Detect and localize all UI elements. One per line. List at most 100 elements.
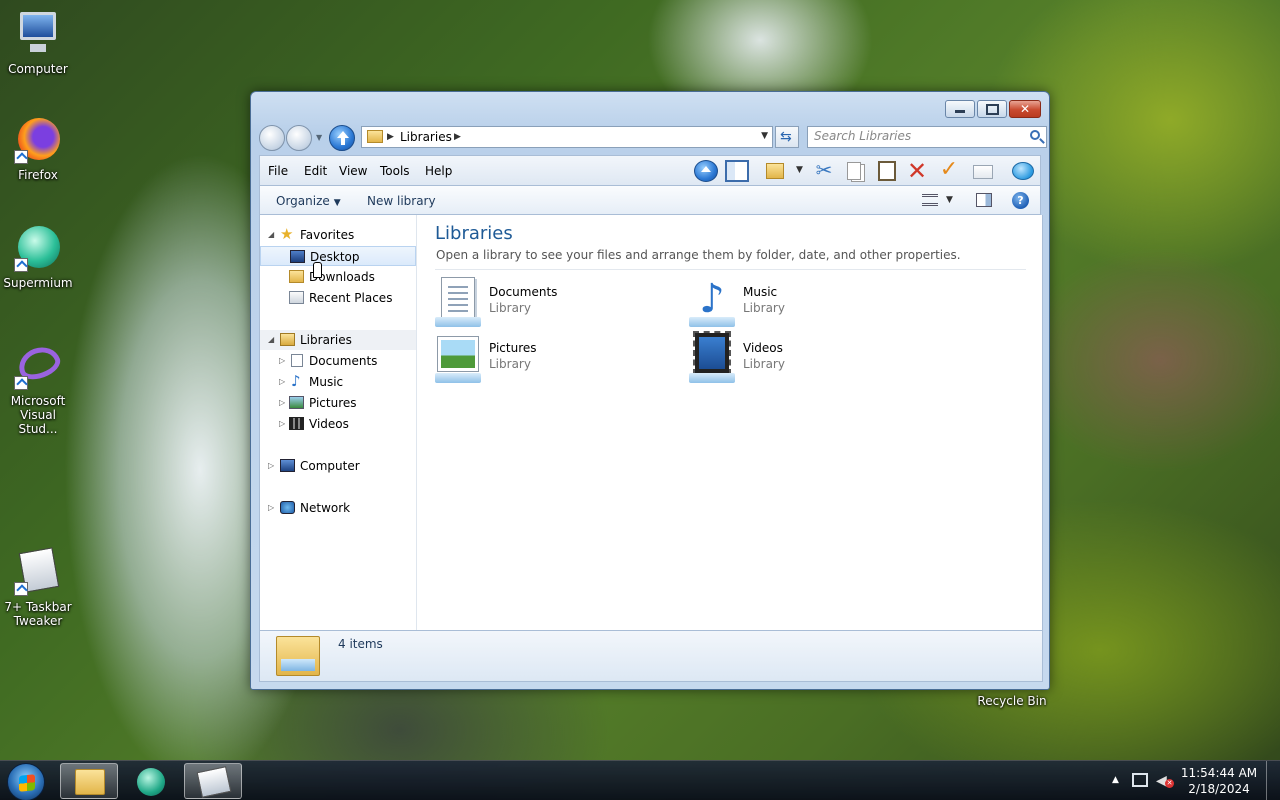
close-icon: ✕ [1019,102,1031,116]
collapse-triangle-icon[interactable]: ◢ [268,335,274,344]
copy-icon[interactable] [847,162,861,180]
nav-item-favorites[interactable]: ◢ ★ Favorites [260,225,416,245]
library-base-icon [435,373,481,383]
page-title: Libraries [435,223,513,244]
address-dropdown-icon[interactable]: ▼ [761,131,768,141]
nav-item-recent-places[interactable]: Recent Places [260,288,416,308]
nav-item-music[interactable]: ▷ ♪ Music [260,372,416,392]
refresh-icon: ⇆ [780,129,792,145]
change-view-icon[interactable] [922,194,938,206]
menu-view[interactable]: View [339,164,367,178]
library-type: Library [489,357,531,371]
help-icon[interactable]: ? [1012,192,1029,209]
system-clock[interactable]: 11:54:44 AM 2/18/2024 [1180,765,1258,797]
library-name: Pictures [489,341,537,355]
library-type: Library [743,301,785,315]
expand-triangle-icon[interactable]: ▷ [279,377,285,386]
library-tile-music[interactable]: ♪ Music Library [689,275,929,327]
library-tile-documents[interactable]: Documents Library [435,275,675,327]
show-desktop-button[interactable] [1266,761,1280,800]
search-icon[interactable] [1030,130,1040,140]
folder-options-dropdown-icon[interactable]: ▼ [796,165,803,175]
nav-label: Favorites [300,228,355,242]
menu-tools[interactable]: Tools [380,164,410,178]
email-icon[interactable] [973,165,993,179]
expand-triangle-icon[interactable]: ▷ [279,356,285,365]
paste-icon[interactable] [878,161,896,181]
desktop-icon-recycle-bin[interactable]: Recycle Bin [974,694,1050,708]
up-button[interactable] [329,125,355,151]
volume-muted-icon[interactable]: ◀ ✕ [1156,773,1174,789]
nav-item-downloads[interactable]: Downloads [260,267,416,287]
minimize-button[interactable] [945,100,975,118]
breadcrumb-arrow-icon[interactable]: ▶ [454,132,461,142]
recent-places-icon [289,291,304,304]
cut-icon[interactable]: ✂ [812,158,836,182]
desktop-icon-label: Firefox [18,168,58,182]
nav-item-network[interactable]: ▷ Network [260,498,416,518]
desktop-icon-computer[interactable]: Computer [0,10,76,76]
organize-button[interactable]: Organize ▼ [276,194,341,208]
search-box[interactable] [807,126,1047,148]
maximize-button[interactable] [977,100,1007,118]
menu-edit[interactable]: Edit [304,164,327,178]
properties-check-icon[interactable]: ✓ [937,157,961,182]
address-bar[interactable]: ▶ Libraries ▶ ▼ [361,126,773,148]
toolbar-up-icon[interactable] [694,160,718,182]
breadcrumb-libraries[interactable]: Libraries [400,130,452,144]
back-button[interactable] [259,125,285,151]
close-button[interactable]: ✕ [1009,100,1041,118]
folder-options-icon[interactable] [766,163,784,179]
taskbar-app-taskbar-tweaker[interactable] [184,763,242,799]
forward-button[interactable] [286,125,312,151]
nav-item-desktop[interactable]: Desktop [260,246,416,266]
visual-studio-icon [14,341,64,390]
menu-file[interactable]: File [268,164,288,178]
taskbar-app-explorer[interactable] [60,763,118,799]
desktop-icon-label: Microsoft Visual Stud... [10,394,66,436]
taskbar-app-supermium[interactable] [122,763,180,799]
new-library-button[interactable]: New library [367,194,436,208]
desktop-icon-taskbar-tweaker[interactable]: 7+ Taskbar Tweaker [0,547,76,628]
clock-date: 2/18/2024 [1188,782,1250,796]
search-input[interactable] [814,129,1014,143]
library-name: Music [743,285,778,299]
breadcrumb-arrow-icon[interactable]: ▶ [387,132,394,142]
menu-help[interactable]: Help [425,164,452,178]
nav-item-documents[interactable]: ▷ Documents [260,351,416,371]
chat-bubble-icon[interactable] [1012,162,1034,180]
refresh-button[interactable]: ⇆ [775,126,799,148]
command-bar: Organize ▼ New library ▼ ? [259,185,1041,215]
start-button[interactable] [7,763,45,800]
nav-label: Music [309,375,344,389]
desktop-icon-supermium[interactable]: Supermium [0,224,76,290]
view-dropdown-icon[interactable]: ▼ [946,195,953,205]
computer-icon [14,10,62,58]
delete-icon[interactable]: ✕ [905,157,929,185]
library-tile-pictures[interactable]: Pictures Library [435,331,675,383]
taskbar: ▲ ◀ ✕ 11:54:44 AM 2/18/2024 [0,760,1280,800]
desktop-icon-firefox[interactable]: Firefox [0,116,76,182]
organize-label: Organize [276,194,330,208]
expand-triangle-icon[interactable]: ▷ [279,398,285,407]
library-tile-videos[interactable]: Videos Library [689,331,929,383]
folder-pane-icon[interactable] [725,160,749,182]
recent-pages-dropdown[interactable]: ▼ [316,133,322,142]
expand-triangle-icon[interactable]: ▷ [279,419,285,428]
nav-item-computer[interactable]: ▷ Computer [260,456,416,476]
explorer-window: ✕ ▼ ▶ Libraries ▶ ▼ ⇆ File Edit View Too… [250,91,1050,690]
nav-item-pictures[interactable]: ▷ Pictures [260,393,416,413]
hand-cursor-icon [313,262,325,280]
desktop-icon-visual-studio[interactable]: Microsoft Visual Stud... [0,341,76,436]
expand-triangle-icon[interactable]: ▷ [268,461,274,470]
expand-triangle-icon[interactable]: ▷ [268,503,274,512]
nav-item-libraries[interactable]: ◢ Libraries [260,330,416,350]
shortcut-arrow-icon [14,258,28,272]
nav-label: Recent Places [309,291,393,305]
preview-pane-icon[interactable] [976,193,992,207]
show-hidden-icons-button[interactable]: ▲ [1112,775,1119,785]
collapse-triangle-icon[interactable]: ◢ [268,230,274,239]
documents-icon [291,354,303,367]
nav-item-videos[interactable]: ▷ Videos [260,414,416,434]
network-tray-icon[interactable] [1132,773,1148,787]
